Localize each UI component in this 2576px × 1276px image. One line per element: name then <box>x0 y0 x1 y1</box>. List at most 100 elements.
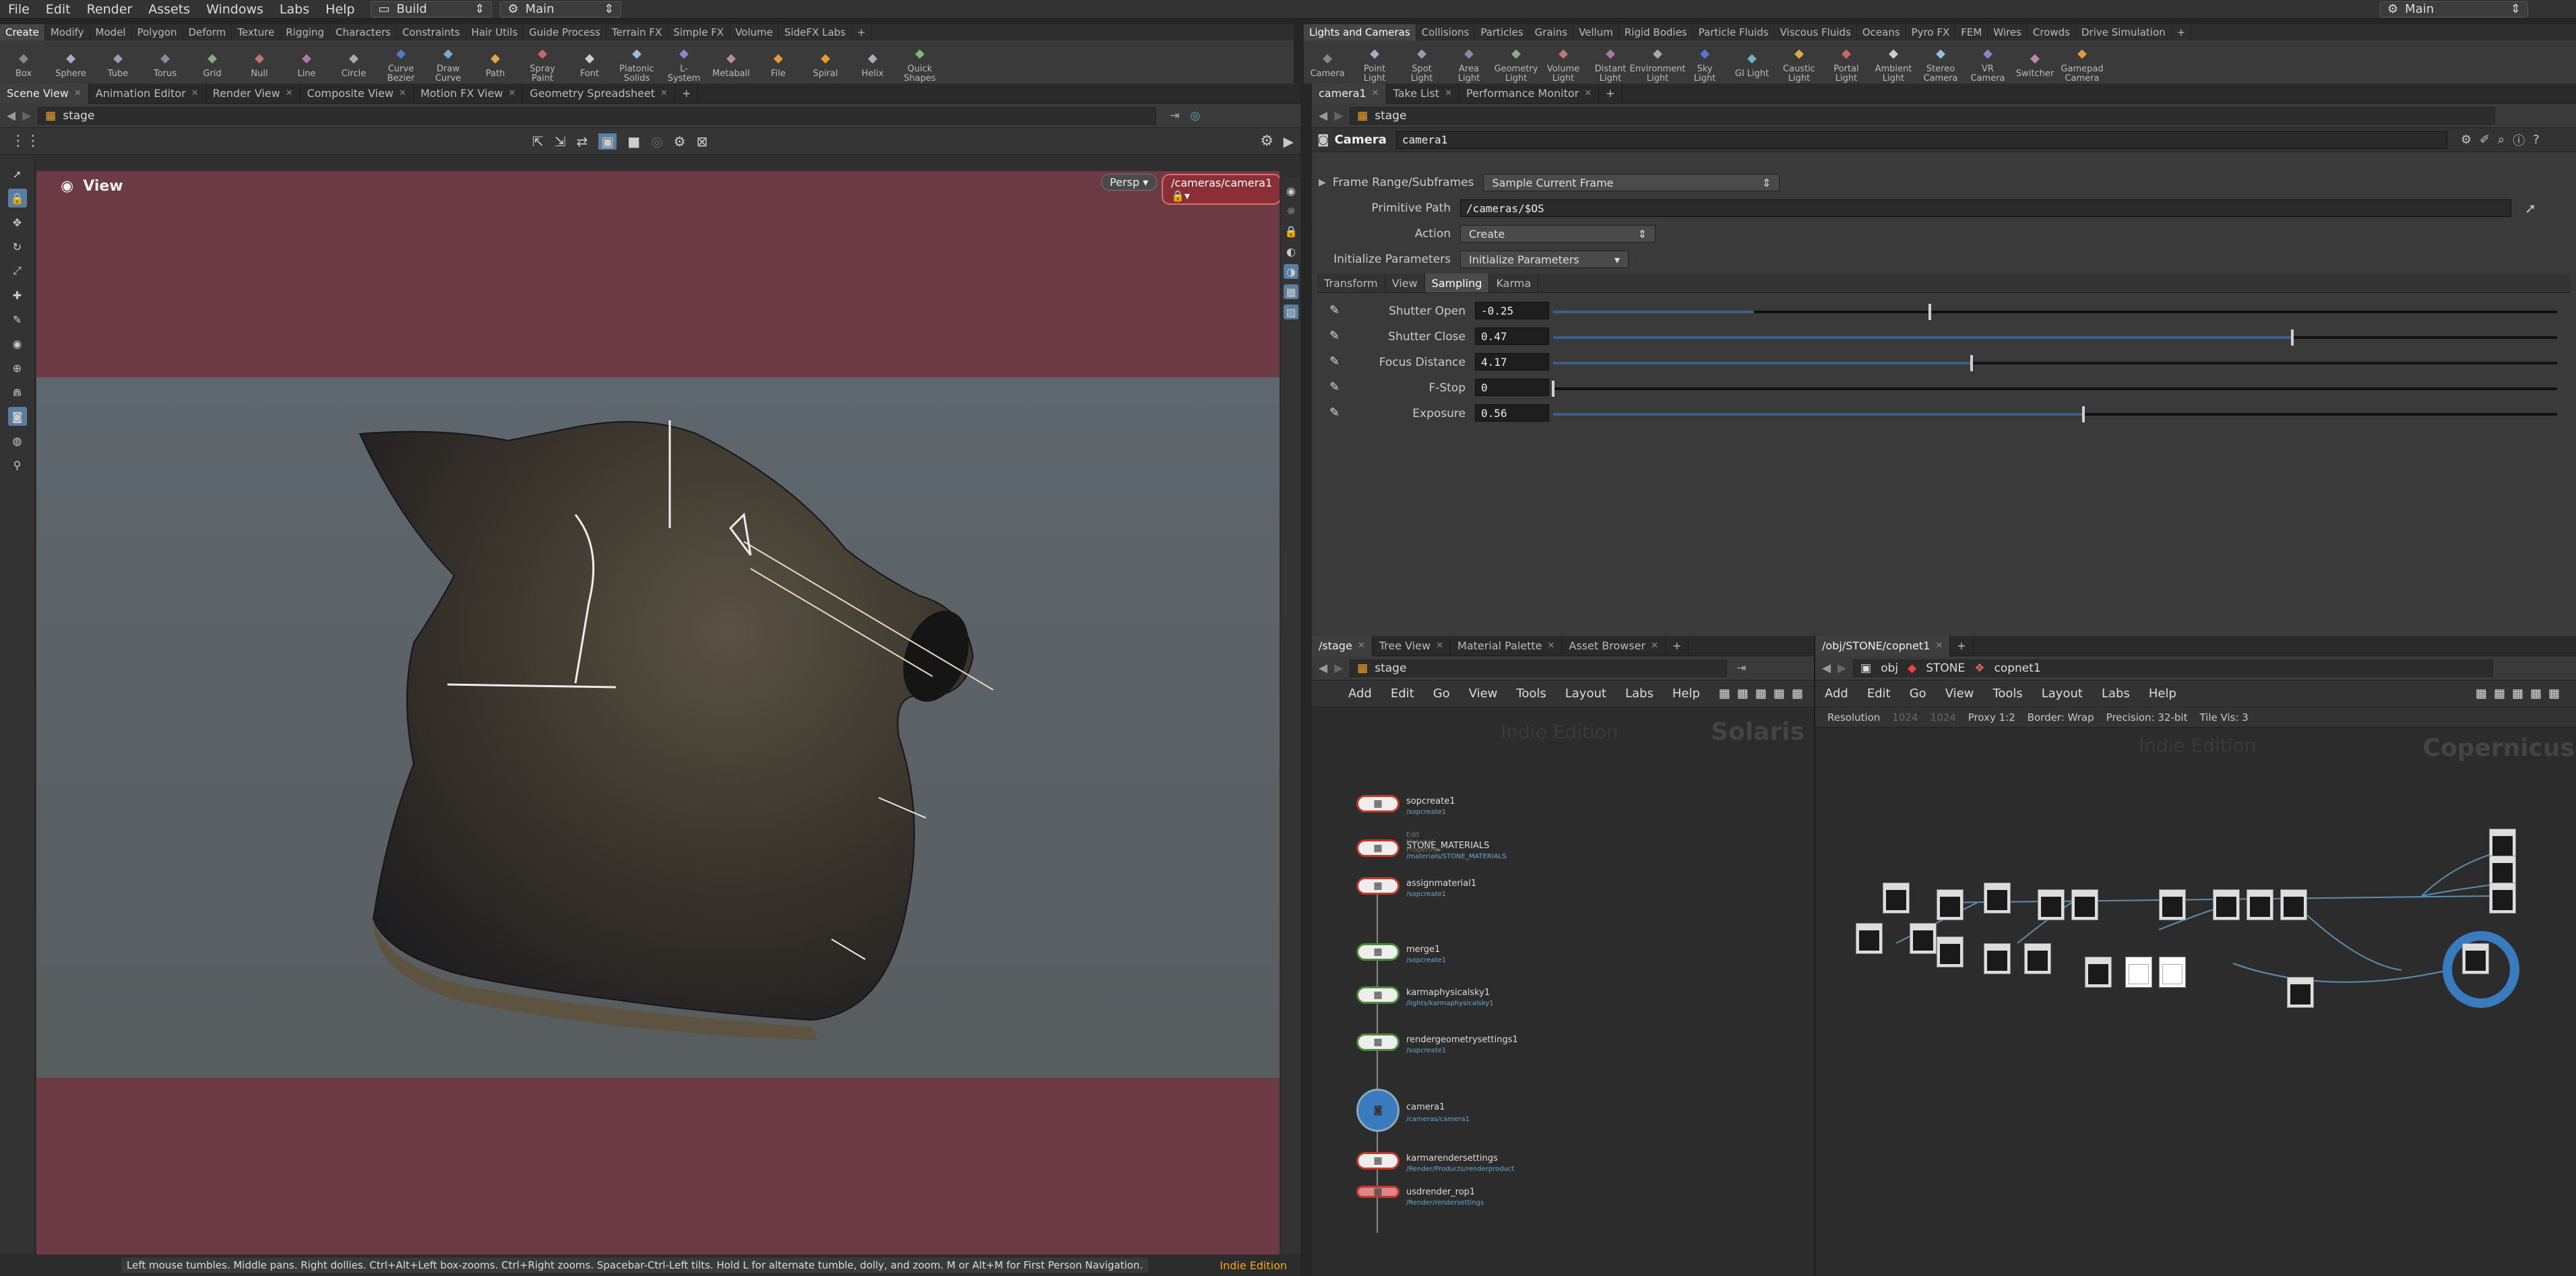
render-region-icon[interactable]: ◍ <box>8 431 27 450</box>
node-body[interactable]: ▦ <box>1356 1152 1400 1170</box>
pane-tab-geometry-spreadsheet[interactable]: Geometry Spreadsheet ✕ <box>523 83 675 104</box>
menu-labs[interactable]: Labs <box>1616 687 1663 701</box>
add-tab-icon[interactable]: + <box>1599 83 1623 104</box>
pane-tab-motion-fx-view[interactable]: Motion FX View ✕ <box>414 83 524 104</box>
menu-view[interactable]: View <box>1459 687 1507 701</box>
grid-icon[interactable]: ▦ <box>1284 284 1298 299</box>
grid-menu-icon[interactable]: ⋮⋮ <box>11 133 40 150</box>
tool-volume-light[interactable]: ◆ Volume Light <box>1546 41 1581 84</box>
shelf-tab-wires[interactable]: Wires <box>1988 24 2028 40</box>
link-icon[interactable]: ◎ <box>1190 109 1200 123</box>
menu-help[interactable]: Help <box>2139 687 2186 701</box>
node-sopcreate1[interactable]: ▦ sopcreate1/sopcreate1 <box>1356 795 1455 816</box>
menu-layout[interactable]: Layout <box>2032 687 2092 701</box>
move-tool-icon[interactable]: ✥ <box>8 213 27 232</box>
param-value-field[interactable]: 0.47 <box>1475 327 1549 345</box>
cop-node[interactable] <box>2159 889 2186 920</box>
shelf-tab-rigging[interactable]: Rigging <box>280 24 331 40</box>
pin-icon[interactable]: ⇥ <box>1170 109 1179 123</box>
node-stone-materials[interactable]: ▦ STONE_MATERIALS/materials/STONE_MATERIA… <box>1356 831 1507 860</box>
path-field[interactable]: ▣ obj ◆ STONE ❖ copnet1 <box>1853 659 2494 677</box>
menu-file[interactable]: File <box>0 2 38 17</box>
tool-grid[interactable]: ◆ Grid <box>195 46 230 79</box>
res-x[interactable]: 1024 <box>1892 711 1918 724</box>
select-prim-icon[interactable]: ➚ <box>2525 200 2536 216</box>
node-name-field[interactable]: camera1 <box>1395 131 2447 149</box>
close-icon[interactable]: ✕ <box>1358 641 1365 651</box>
menu-windows[interactable]: Windows <box>198 2 272 17</box>
tiles-icon[interactable]: ▦ <box>1792 687 1803 701</box>
cop-node[interactable] <box>2280 889 2307 920</box>
back-icon[interactable]: ◀ <box>1312 109 1334 123</box>
wrench-icon[interactable]: ▦ <box>1719 687 1730 701</box>
node-body[interactable]: ▦ <box>1356 986 1400 1004</box>
shelf-tab-terrain-fx[interactable]: Terrain FX <box>606 24 668 40</box>
tool-area-light[interactable]: ◆ Area Light <box>1451 41 1486 84</box>
node-assignmaterial1[interactable]: ▦ assignmaterial1/sopcreate1 <box>1356 877 1476 898</box>
pane-tab-take-list[interactable]: Take List ✕ <box>1387 83 1459 104</box>
add-tab-icon[interactable]: + <box>675 83 699 104</box>
cop-node[interactable] <box>1984 883 2011 914</box>
tool-quick-shapes[interactable]: ◆ Quick Shapes <box>902 41 937 84</box>
close-icon[interactable]: ✕ <box>1651 641 1658 651</box>
slider-knob[interactable] <box>1552 381 1554 397</box>
background-icon[interactable]: ▨ <box>1284 305 1298 319</box>
tool-helix[interactable]: ◆ Helix <box>855 46 890 79</box>
select-arrow-icon[interactable]: ⇱ <box>532 133 544 150</box>
shelf-tab-volume[interactable]: Volume <box>730 24 779 40</box>
param-value-field[interactable]: -0.25 <box>1475 302 1549 319</box>
add-tab-icon[interactable]: + <box>852 24 872 40</box>
node-karmarendersettings[interactable]: ▦ karmarendersettings/Render/Products/ren… <box>1356 1152 1514 1173</box>
menu-go[interactable]: Go <box>1900 687 1936 701</box>
shelf-tab-rigid-bodies[interactable]: Rigid Bodies <box>1619 24 1693 40</box>
close-icon[interactable]: ✕ <box>1935 641 1943 651</box>
shading-icon[interactable]: ◑ <box>1284 264 1298 279</box>
path-field[interactable]: ▦ stage <box>1350 106 2496 125</box>
tree-icon[interactable]: ▦ <box>1737 687 1749 701</box>
tool-torus[interactable]: ◆ Torus <box>148 46 183 79</box>
prim-path-field[interactable]: /cameras/$OS <box>1460 199 2511 217</box>
tool-switcher[interactable]: ◆ Switcher <box>2016 46 2054 79</box>
tool-platonic-solids[interactable]: ◆ Platonic Solids <box>619 41 654 84</box>
menu-add[interactable]: Add <box>1339 687 1381 701</box>
crumb-copnet[interactable]: copnet1 <box>1994 662 2040 675</box>
close-icon[interactable]: ✕ <box>1436 641 1443 651</box>
tool-caustic-light[interactable]: ◆ Caustic Light <box>1782 41 1817 84</box>
list-icon[interactable]: ▦ <box>2512 687 2523 701</box>
shelf-tab-sidefx-labs[interactable]: SideFX Labs <box>779 24 852 40</box>
shelf-tab-create[interactable]: Create <box>0 24 45 40</box>
param-tab-karma[interactable]: Karma <box>1489 274 1539 292</box>
shelf-tab-model[interactable]: Model <box>90 24 132 40</box>
snap-icon[interactable]: ⇄ <box>577 133 588 150</box>
back-icon[interactable]: ◀ <box>0 109 22 123</box>
close-icon[interactable]: ✕ <box>1445 88 1452 98</box>
ghost-icon[interactable]: ◐ <box>1284 244 1298 259</box>
scale-tool-icon[interactable]: ⤢ <box>8 261 27 280</box>
menu-tools[interactable]: Tools <box>1507 687 1555 701</box>
lock-icon[interactable]: 🔒 <box>1284 224 1298 238</box>
crumb-stone[interactable]: STONE <box>1926 662 1965 675</box>
param-value-field[interactable]: 4.17 <box>1475 353 1549 371</box>
solaris-network-canvas[interactable]: Indie Edition Solaris ▦ sopcreate1/sopcre… <box>1312 707 1814 1276</box>
node-camera1[interactable]: ◙ camera1/cameras/camera1 <box>1356 1089 1470 1132</box>
cop-node[interactable] <box>1937 889 1964 920</box>
display-icon[interactable]: ▣ <box>598 133 617 150</box>
grid-icon[interactable]: ▦ <box>1773 687 1785 701</box>
shelf-tab-particles[interactable]: Particles <box>1475 24 1530 40</box>
menu-render[interactable]: Render <box>79 2 141 17</box>
list-icon[interactable]: ▦ <box>1755 687 1767 701</box>
cop-node[interactable] <box>2159 957 2186 988</box>
node-merge1[interactable]: ▦ merge1/sopcreate1 <box>1356 943 1446 964</box>
param-slider[interactable] <box>1553 406 2557 422</box>
pane-tab-stage[interactable]: /stage ✕ <box>1312 635 1373 656</box>
param-value-field[interactable]: 0.56 <box>1475 404 1549 422</box>
tool-spot-light[interactable]: ◆ Spot Light <box>1404 41 1439 84</box>
tool-geometry-light[interactable]: ◆ Geometry Light <box>1495 41 1538 84</box>
tree-icon[interactable]: ▦ <box>2494 687 2505 701</box>
shelf-tab-particle-fluids[interactable]: Particle Fluids <box>1693 24 1775 40</box>
pane-tab-tree-view[interactable]: Tree View ✕ <box>1373 635 1451 656</box>
slider-knob[interactable] <box>2290 329 2294 346</box>
handle-tool-icon[interactable]: ✚ <box>8 286 27 305</box>
menu-edit[interactable]: Edit <box>38 2 79 17</box>
tool-file[interactable]: ◆ File <box>761 46 796 79</box>
